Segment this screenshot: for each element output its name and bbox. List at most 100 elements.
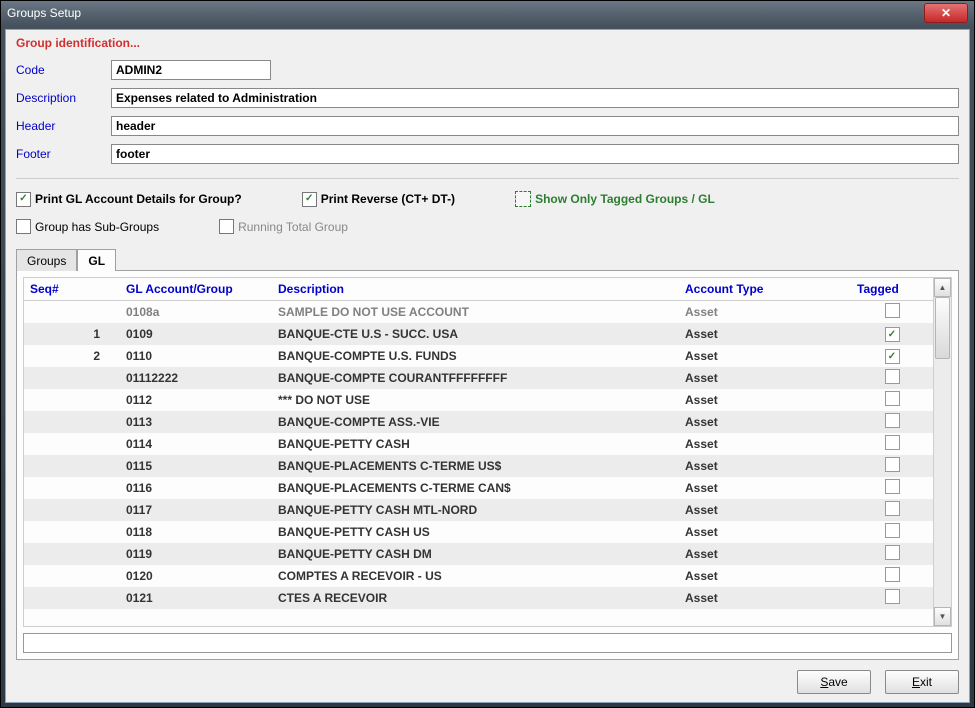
header-input[interactable] [111,116,959,136]
table-row[interactable]: 0113BANQUE-COMPTE ASS.-VIEAsset [24,411,933,433]
cell-gl: 0113 [120,411,272,433]
col-tagged[interactable]: Tagged [851,278,933,301]
cell-gl: 0121 [120,587,272,609]
checkbox-icon[interactable] [885,501,900,516]
table-row[interactable]: 01112222BANQUE-COMPTE COURANTFFFFFFFFAss… [24,367,933,389]
scroll-up-icon[interactable]: ▲ [934,278,951,297]
show-tagged-checkbox[interactable]: Show Only Tagged Groups / GL [515,191,715,207]
table-row[interactable]: 0117BANQUE-PETTY CASH MTL-NORDAsset [24,499,933,521]
cell-tagged[interactable] [851,587,933,609]
cell-desc: BANQUE-PETTY CASH MTL-NORD [272,499,679,521]
cell-desc: BANQUE-PLACEMENTS C-TERME US$ [272,455,679,477]
cell-tagged[interactable] [851,521,933,543]
footer-row: Footer [16,144,959,164]
table-row[interactable]: 0119BANQUE-PETTY CASH DMAsset [24,543,933,565]
cell-gl: 0116 [120,477,272,499]
checkbox-icon[interactable] [885,523,900,538]
description-row: Description [16,88,959,108]
cell-seq [24,455,120,477]
cell-desc: COMPTES A RECEVOIR - US [272,565,679,587]
table-row[interactable]: 0118BANQUE-PETTY CASH USAsset [24,521,933,543]
cell-tagged[interactable] [851,433,933,455]
col-seq[interactable]: Seq# [24,278,120,301]
table-row[interactable]: 0112*** DO NOT USEAsset [24,389,933,411]
vertical-scrollbar[interactable]: ▲ ▼ [933,278,951,626]
scroll-track[interactable] [934,297,951,607]
print-details-checkbox[interactable]: Print GL Account Details for Group? [16,192,242,207]
tab-groups[interactable]: Groups [16,249,77,271]
description-label: Description [16,91,111,105]
checkbox-icon[interactable] [885,391,900,406]
cell-seq [24,477,120,499]
col-type[interactable]: Account Type [679,278,851,301]
checkbox-icon[interactable] [885,435,900,450]
checkbox-icon[interactable] [885,589,900,604]
col-desc[interactable]: Description [272,278,679,301]
save-button[interactable]: Save [797,670,871,694]
cell-desc: BANQUE-COMPTE U.S. FUNDS [272,345,679,367]
print-reverse-checkbox[interactable]: Print Reverse (CT+ DT-) [302,192,455,207]
col-gl[interactable]: GL Account/Group [120,278,272,301]
checkbox-icon [302,192,317,207]
close-button[interactable]: ✕ [924,3,968,23]
cell-gl: 0109 [120,323,272,345]
has-subgroups-checkbox[interactable]: Group has Sub-Groups [16,219,159,234]
header-label: Header [16,119,111,133]
grid-header-row: Seq# GL Account/Group Description Accoun… [24,278,933,301]
cell-tagged[interactable] [851,543,933,565]
cell-tagged[interactable] [851,499,933,521]
checkbox-icon[interactable] [885,327,900,342]
cell-tagged[interactable] [851,389,933,411]
tabs: Groups GL [16,248,959,271]
table-row[interactable]: 0114BANQUE-PETTY CASHAsset [24,433,933,455]
scroll-down-icon[interactable]: ▼ [934,607,951,626]
exit-label-rest: xit [920,675,932,689]
scroll-thumb[interactable] [935,297,950,359]
cell-tagged[interactable] [851,411,933,433]
cell-seq: 2 [24,345,120,367]
cell-seq [24,499,120,521]
table-row[interactable]: 20110BANQUE-COMPTE U.S. FUNDSAsset [24,345,933,367]
exit-button[interactable]: Exit [885,670,959,694]
table-row[interactable]: 0120COMPTES A RECEVOIR - USAsset [24,565,933,587]
cell-tagged[interactable] [851,301,933,324]
checkbox-icon[interactable] [885,567,900,582]
code-label: Code [16,63,111,77]
running-total-checkbox[interactable]: Running Total Group [219,219,348,234]
code-input[interactable] [111,60,271,80]
table-row[interactable]: 0121CTES A RECEVOIRAsset [24,587,933,609]
cell-type: Asset [679,565,851,587]
cell-tagged[interactable] [851,455,933,477]
table-row[interactable]: 0116BANQUE-PLACEMENTS C-TERME CAN$Asset [24,477,933,499]
table-row[interactable]: 0108aSAMPLE DO NOT USE ACCOUNTAsset [24,301,933,324]
checkbox-icon[interactable] [885,479,900,494]
grid-footer-input[interactable] [23,633,952,653]
checkbox-icon[interactable] [885,349,900,364]
checkbox-icon[interactable] [885,545,900,560]
checkbox-icon [16,219,31,234]
table-row[interactable]: 10109BANQUE-CTE U.S - SUCC. USAAsset [24,323,933,345]
cell-tagged[interactable] [851,477,933,499]
tab-gl[interactable]: GL [77,249,116,271]
cell-desc: CTES A RECEVOIR [272,587,679,609]
checkbox-icon[interactable] [885,413,900,428]
grid-container: Seq# GL Account/Group Description Accoun… [16,271,959,660]
checkbox-icon[interactable] [885,457,900,472]
footer-input[interactable] [111,144,959,164]
cell-type: Asset [679,301,851,324]
cell-tagged[interactable] [851,565,933,587]
cell-type: Asset [679,499,851,521]
description-input[interactable] [111,88,959,108]
cell-tagged[interactable] [851,323,933,345]
table-row[interactable]: 0115BANQUE-PLACEMENTS C-TERME US$Asset [24,455,933,477]
checkbox-icon[interactable] [885,303,900,318]
check-row-2: Group has Sub-Groups Running Total Group [16,219,959,234]
checkbox-icon[interactable] [885,369,900,384]
cell-type: Asset [679,345,851,367]
check-row-1: Print GL Account Details for Group? Prin… [16,191,959,207]
action-buttons: Save Exit [16,670,959,696]
cell-gl: 0110 [120,345,272,367]
cell-tagged[interactable] [851,367,933,389]
cell-tagged[interactable] [851,345,933,367]
cell-desc: BANQUE-PLACEMENTS C-TERME CAN$ [272,477,679,499]
